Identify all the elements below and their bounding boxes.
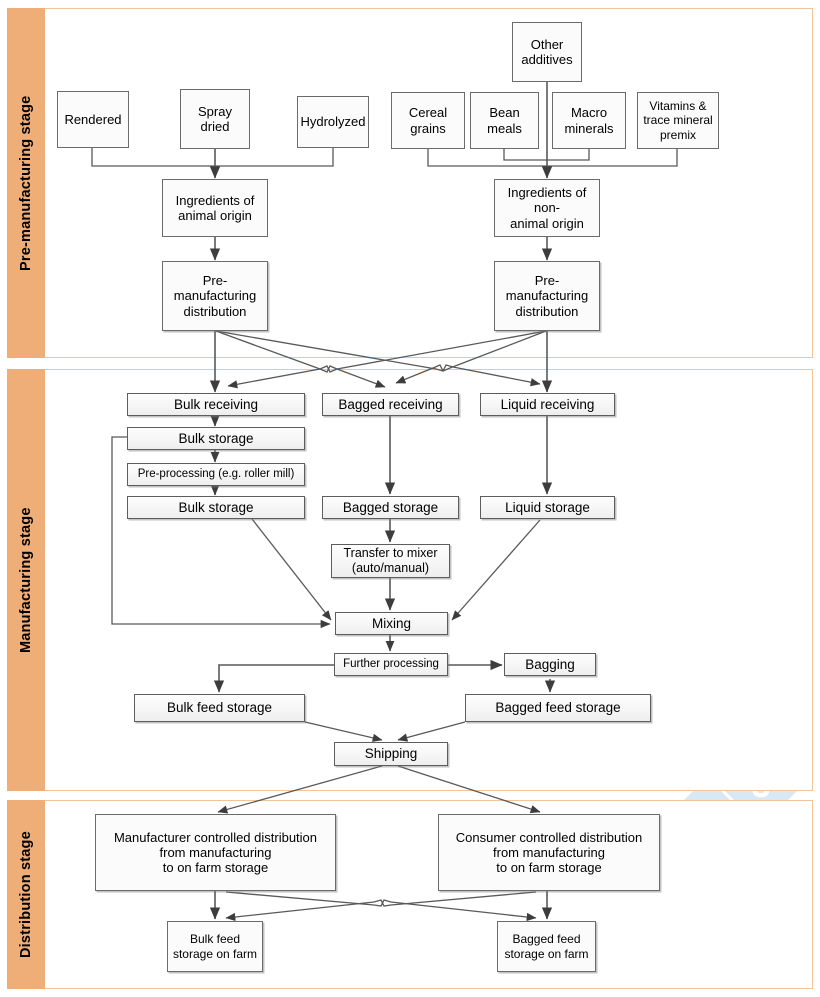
node-pre-processing-roller-mill[interactable]: Pre-processing (e.g. roller mill): [127, 463, 305, 486]
node-bagged-feed-storage[interactable]: Bagged feed storage: [465, 694, 651, 722]
node-bulk-feed-storage[interactable]: Bulk feed storage: [134, 694, 305, 722]
node-bulk-receiving[interactable]: Bulk receiving: [127, 393, 305, 416]
stage-label-distribution: Distribution stage: [18, 831, 34, 958]
node-pre-manufacturing-distribution-right[interactable]: Pre- manufacturing distribution: [494, 261, 600, 331]
node-rendered[interactable]: Rendered: [57, 91, 129, 148]
node-bulk-feed-storage-on-farm[interactable]: Bulk feed storage on farm: [167, 921, 263, 972]
node-pre-manufacturing-distribution-left[interactable]: Pre- manufacturing distribution: [162, 261, 268, 331]
node-liquid-storage[interactable]: Liquid storage: [480, 496, 615, 519]
node-mixing[interactable]: Mixing: [335, 612, 448, 635]
node-other-additives[interactable]: Other additives: [512, 22, 582, 82]
stage-label-manufacturing: Manufacturing stage: [18, 507, 34, 653]
node-ingredients-of-non-animal-origin[interactable]: Ingredients of non- animal origin: [494, 179, 600, 237]
node-transfer-to-mixer[interactable]: Transfer to mixer (auto/manual): [331, 544, 450, 578]
node-hydrolyzed[interactable]: Hydrolyzed: [297, 96, 369, 148]
node-bagged-storage[interactable]: Bagged storage: [322, 496, 459, 519]
stage-label-pre-manufacturing: Pre-manufacturing stage: [18, 95, 34, 271]
node-bagged-receiving[interactable]: Bagged receiving: [322, 393, 459, 416]
node-bean-meals[interactable]: Bean meals: [470, 92, 539, 149]
node-further-processing[interactable]: Further processing: [334, 653, 448, 676]
node-bulk-storage-1[interactable]: Bulk storage: [127, 427, 305, 450]
node-manufacturer-controlled-distribution[interactable]: Manufacturer controlled distribution fro…: [95, 814, 336, 891]
node-shipping[interactable]: Shipping: [334, 742, 448, 766]
node-liquid-receiving[interactable]: Liquid receiving: [480, 393, 615, 416]
node-consumer-controlled-distribution[interactable]: Consumer controlled distribution from ma…: [438, 814, 660, 891]
node-ingredients-of-animal-origin[interactable]: Ingredients of animal origin: [162, 179, 268, 237]
node-macro-minerals[interactable]: Macro minerals: [552, 92, 626, 149]
node-cereal-grains[interactable]: Cereal grains: [391, 92, 465, 149]
node-vitamins-trace-mineral-premix[interactable]: Vitamins & trace mineral premix: [637, 92, 719, 149]
stage-panel-pre-manufacturing: [7, 8, 813, 358]
node-bulk-storage-2[interactable]: Bulk storage: [127, 496, 305, 519]
node-bagged-feed-storage-on-farm[interactable]: Bagged feed storage on farm: [497, 921, 596, 972]
node-spray-dried[interactable]: Spray dried: [180, 89, 250, 149]
node-bagging[interactable]: Bagging: [504, 653, 596, 676]
flowchart-canvas: 3 3 3 T. Snider Pre-manufacturing stage …: [0, 0, 820, 997]
